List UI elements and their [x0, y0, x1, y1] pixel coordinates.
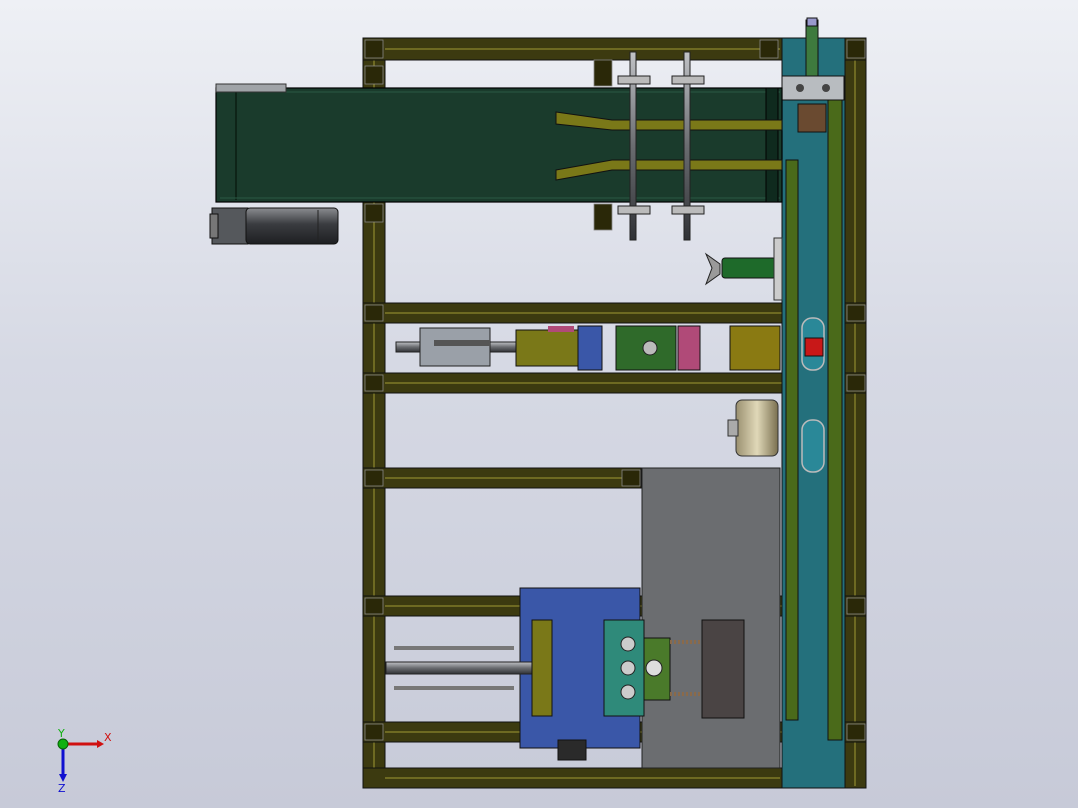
- pusher-plate[interactable]: [577, 325, 603, 371]
- cad-viewport[interactable]: X Y Z: [0, 0, 1078, 808]
- drum-roller[interactable]: [727, 399, 779, 457]
- cross-beam-3-short[interactable]: [362, 467, 642, 489]
- red-sensor[interactable]: [804, 337, 824, 357]
- top-belt-conveyor[interactable]: [215, 83, 783, 203]
- belt-drive-motor[interactable]: [209, 207, 339, 245]
- actuator-body[interactable]: [419, 327, 491, 367]
- side-cylinder-wingnut[interactable]: [704, 237, 783, 301]
- magenta-block[interactable]: [677, 325, 701, 371]
- yellow-slider[interactable]: [531, 619, 553, 717]
- coordinate-triad: X Y Z: [57, 727, 112, 795]
- y-axis-dot: [57, 738, 69, 750]
- dark-pad[interactable]: [701, 619, 745, 719]
- rail-slot-lower: [801, 419, 825, 473]
- long-rod-lower: [394, 646, 514, 650]
- olive-block[interactable]: [729, 325, 781, 371]
- x-axis-label: X: [104, 731, 112, 744]
- z-axis-label: Z: [58, 782, 66, 795]
- rail-end-block[interactable]: [797, 103, 827, 133]
- long-rod-bottom: [394, 686, 514, 690]
- rail-green-strip-right[interactable]: [827, 99, 843, 741]
- long-rod-upper: [385, 661, 537, 675]
- belt-end-roller: [215, 83, 287, 93]
- middle-actuator-assembly[interactable]: [395, 325, 781, 371]
- belt-surface[interactable]: [215, 87, 783, 203]
- grey-plate[interactable]: [641, 467, 781, 769]
- base-motor[interactable]: [557, 739, 587, 761]
- rail-green-strip[interactable]: [785, 159, 799, 721]
- guide-rail-yellow: [515, 329, 579, 367]
- right-rail-conveyor[interactable]: [781, 37, 846, 789]
- y-axis-label: Y: [57, 727, 65, 740]
